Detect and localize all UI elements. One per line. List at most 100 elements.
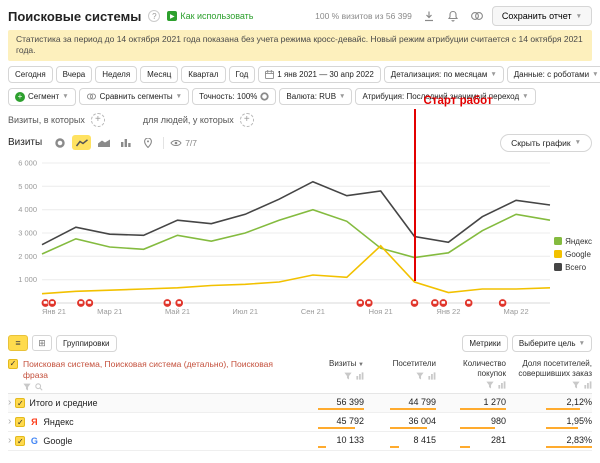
visible-series-toggle[interactable]: 7/7 [170,138,197,148]
visits-chart[interactable]: 1 0002 0003 0004 0005 0006 000Янв 21Мар … [8,155,560,329]
legend-item[interactable]: Яндекс [554,237,592,246]
how-to-use-link[interactable]: ▶ Как использовать [167,11,253,21]
table-row[interactable]: › ✓ Итого и средние 56 399 44 799 1 270 … [8,394,592,413]
comment-marker[interactable] [439,299,447,307]
preset-button[interactable]: Неделя [95,66,137,83]
comment-marker[interactable] [85,299,93,307]
svg-text:Сен 21: Сен 21 [301,307,325,316]
area-chart-icon[interactable] [94,135,113,150]
comment-marker[interactable] [365,299,373,307]
data-mode-dropdown[interactable]: Данные: с роботами ▼ [507,66,600,83]
filter-funnel-icon[interactable] [572,381,580,389]
select-all-checkbox[interactable]: ✓ [8,359,18,369]
row-checkbox[interactable]: ✓ [15,436,25,446]
detailing-dropdown[interactable]: Детализация: по месяцам ▼ [384,66,504,83]
row-label[interactable]: Google [43,436,72,446]
tree-view-button[interactable]: ⊞ [32,335,52,351]
column-header[interactable]: Доля посетителей, совершивших заказ [506,359,592,389]
column-header[interactable]: Визиты ▼ [288,359,364,389]
data-table: ✓ Поисковая система, Поисковая система (… [8,355,592,451]
row-checkbox[interactable]: ✓ [15,417,25,427]
comment-marker[interactable] [77,299,85,307]
row-label[interactable]: Яндекс [43,417,73,427]
goal-select[interactable]: Выберите цель ▼ [512,335,592,352]
row-expand-icon[interactable]: › [8,398,11,408]
filter-funnel-icon[interactable] [486,381,494,389]
title-help-icon[interactable]: ? [148,10,160,22]
preset-button[interactable]: Год [229,66,256,83]
groupings-button[interactable]: Группировки [56,335,117,352]
metrics-button[interactable]: Метрики [462,335,508,352]
comment-marker[interactable] [465,299,473,307]
download-icon[interactable] [420,8,438,24]
chevron-down-icon: ▼ [579,340,585,347]
comment-marker[interactable] [431,299,439,307]
plus-icon: + [15,92,25,102]
metric-value: 8 415 [413,435,436,445]
filter-row: Визиты, в которых + для людей, у которых… [8,113,592,127]
value-bar [318,427,364,429]
mini-bars-icon[interactable] [428,372,436,380]
bar-chart-icon[interactable] [116,135,135,150]
mini-bars-icon[interactable] [498,381,506,389]
line-chart-icon[interactable] [72,135,91,150]
map-pin-icon[interactable] [138,135,157,150]
filter-funnel-icon[interactable] [344,372,352,380]
search-icon[interactable] [35,383,43,391]
comment-marker[interactable] [175,299,183,307]
row-label[interactable]: Итого и средние [29,398,97,408]
segment-label: Сегмент [28,92,59,101]
metric-value-cell: 2,12% [506,397,592,410]
legend-label: Всего [565,263,586,272]
preset-button[interactable]: Вчера [56,66,93,83]
comment-marker[interactable] [410,299,418,307]
row-checkbox[interactable]: ✓ [15,398,25,408]
legend-item[interactable]: Google [554,250,592,259]
mini-bars-icon[interactable] [356,372,364,380]
donut-chart-icon[interactable] [50,135,69,150]
segment-button[interactable]: + Сегмент ▼ [8,88,76,106]
chart-canvas[interactable]: 1 0002 0003 0004 0005 0006 000Янв 21Мар … [8,155,592,329]
google-favicon: G [29,436,39,446]
add-users-filter-button[interactable]: + [240,113,254,127]
divider [163,137,164,149]
mini-bars-icon[interactable] [584,381,592,389]
chevron-down-icon: ▼ [522,93,528,100]
column-header[interactable]: Посетители [364,359,436,389]
compare-segments-button[interactable]: Сравнить сегменты ▼ [79,88,189,105]
legend-label: Яндекс [565,237,592,246]
series-line[interactable] [42,246,550,294]
table-row[interactable]: › ✓ Я Яндекс 45 792 36 004 980 1,95% [8,413,592,432]
hide-chart-button[interactable]: Скрыть график ▼ [500,134,592,152]
svg-text:Янв 22: Янв 22 [436,307,460,316]
save-report-button[interactable]: Сохранить отчет ▼ [492,6,592,26]
row-expand-icon[interactable]: › [8,436,11,446]
column-header[interactable]: Количество покупок [436,359,506,389]
series-line[interactable] [42,182,550,245]
currency-dropdown[interactable]: Валюта: RUB ▼ [279,88,352,105]
preset-button[interactable]: Сегодня [8,66,53,83]
comment-marker[interactable] [356,299,364,307]
value-bar [460,427,506,429]
filter-funnel-icon[interactable] [23,383,31,391]
legend-swatch [554,250,562,258]
preset-button[interactable]: Квартал [181,66,225,83]
flat-view-button[interactable]: ≡ [8,335,28,351]
date-range-button[interactable]: 1 янв 2021 — 30 апр 2022 [258,66,381,83]
comment-marker[interactable] [163,299,171,307]
accuracy-button[interactable]: Точность: 100% [192,88,276,105]
period-toolbar: СегодняВчераНеделяМесяцКварталГод 1 янв … [8,66,592,83]
comment-marker[interactable] [48,299,56,307]
row-expand-icon[interactable]: › [8,417,11,427]
add-visits-filter-button[interactable]: + [91,113,105,127]
comment-marker[interactable] [498,299,506,307]
legend-item[interactable]: Всего [554,263,592,272]
series-line[interactable] [42,210,550,258]
preset-button[interactable]: Месяц [140,66,178,83]
filter-funnel-icon[interactable] [416,372,424,380]
metric-value: 2,83% [566,435,592,445]
notifications-icon[interactable] [444,8,462,24]
table-row[interactable]: › ✓ G Google 10 133 8 415 281 2,83% [8,432,592,451]
grouping-path[interactable]: Поисковая система, Поисковая система (де… [23,359,288,380]
segments-compare-icon[interactable] [468,8,486,24]
